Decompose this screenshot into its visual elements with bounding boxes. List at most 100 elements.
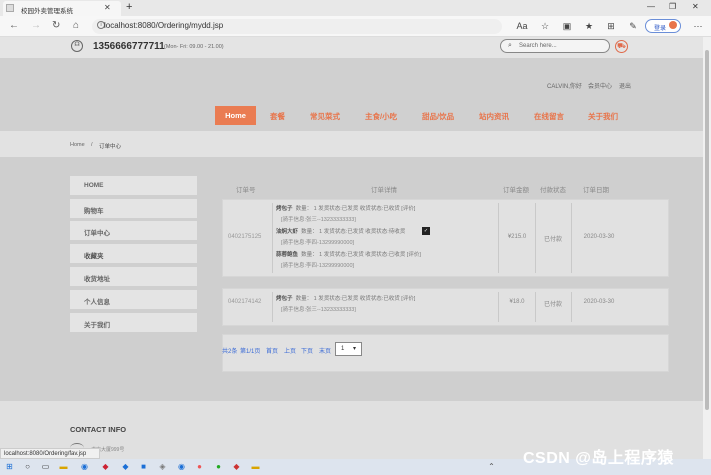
order-item: 烤包子 数量： 1 发货状态:已发货 收货状态:已收货 [评价]: [276, 204, 415, 212]
refresh-icon[interactable]: ↻: [52, 20, 60, 31]
nav-messages[interactable]: 在线留言: [534, 111, 564, 122]
order-amount: ¥215.0: [507, 234, 527, 240]
sidebar-item-cart[interactable]: 购物车: [70, 199, 197, 218]
sidebar-item-address[interactable]: 收货地址: [70, 267, 197, 286]
footer-title: CONTACT INFO: [70, 425, 127, 434]
app-icon[interactable]: ■: [138, 461, 149, 472]
breadcrumb-home[interactable]: Home: [70, 142, 85, 148]
address-bar: ← → ↻ ⌂ i localhost:8080/Ordering/mydd.j…: [0, 16, 711, 37]
column-header-details: 订单详情: [371, 187, 397, 194]
order-id: 0402174142: [228, 299, 262, 305]
more-icon[interactable]: ⋯: [692, 20, 704, 32]
nav-about[interactable]: 关于我们: [588, 111, 618, 122]
sidebar-item-profile[interactable]: 个人信息: [70, 290, 197, 309]
favorites-icon[interactable]: ★: [583, 20, 595, 32]
profile-icon[interactable]: [669, 21, 677, 29]
app-icon[interactable]: ▬: [250, 461, 261, 472]
search-icon[interactable]: ○: [22, 461, 33, 472]
business-hours: (Mon- Fri: 09.00 - 21.00): [164, 44, 224, 50]
divider: [498, 203, 499, 273]
divider: [272, 203, 273, 273]
nav-home[interactable]: Home: [215, 106, 256, 125]
nav-news[interactable]: 站内资讯: [479, 111, 509, 122]
item-detail: 数量： 1 发货状态:已发货 收货状态:待收货: [301, 229, 406, 235]
sidebar-item-orders[interactable]: 订单中心: [70, 221, 197, 240]
chevron-down-icon: ▾: [353, 346, 357, 352]
app-icon[interactable]: ◆: [120, 461, 131, 472]
cart-icon[interactable]: ⛟: [615, 40, 628, 53]
page-select-value: 1: [341, 346, 345, 352]
edge-icon[interactable]: ◉: [79, 461, 90, 472]
pager-last[interactable]: 末页: [319, 346, 331, 355]
pay-status: 已付款: [543, 302, 562, 308]
nav-dishes[interactable]: 常见菜式: [310, 111, 340, 122]
divider: [571, 203, 572, 273]
breadcrumb-current: 订单中心: [99, 144, 122, 150]
member-center-link[interactable]: 会员中心: [588, 81, 612, 90]
sidebar-item-about[interactable]: 关于我们: [70, 313, 197, 332]
app-icon[interactable]: ◆: [231, 461, 242, 472]
item-detail[interactable]: 数量： 1 发货状态:已发货 收货状态:已收货 [评价]: [296, 206, 416, 212]
breadcrumb-separator: /: [91, 142, 93, 148]
order-item: 烤包子 数量： 1 发货状态:已发货 收货状态:已收货 [评价]: [276, 294, 415, 302]
close-tab-icon[interactable]: ✕: [104, 3, 111, 12]
rider-info: [骑手信息:张三--13233333333]: [281, 217, 356, 223]
confirm-receipt-icon[interactable]: ✓: [422, 227, 430, 235]
home-icon[interactable]: ⌂: [73, 20, 79, 31]
favorite-star-icon[interactable]: ☆: [539, 20, 551, 32]
collections-icon[interactable]: ⊞: [605, 20, 617, 32]
sidebar-item-favorites[interactable]: 收藏夹: [70, 244, 197, 263]
file-explorer-icon[interactable]: ▬: [58, 461, 69, 472]
page-select[interactable]: 1 ▾: [335, 342, 362, 356]
headset-icon: ☊: [71, 40, 83, 52]
minimize-icon[interactable]: —: [647, 2, 655, 11]
read-aloud-icon[interactable]: Aa: [516, 20, 528, 32]
order-date: 2020-03-30: [583, 299, 615, 305]
nav-desserts[interactable]: 甜品/饮品: [422, 111, 454, 122]
order-amount: ¥18.0: [509, 299, 525, 305]
column-header-pay-status: 付款状态: [540, 187, 566, 194]
column-header-order-id: 订单号: [236, 187, 256, 194]
item-detail[interactable]: 数量： 1 发货状态:已发货 收货状态:已收货 [评价]: [296, 296, 416, 302]
browser-icon[interactable]: ◉: [176, 461, 187, 472]
order-id: 0402175125: [228, 234, 262, 240]
divider: [272, 292, 273, 322]
close-window-icon[interactable]: ✕: [692, 2, 699, 11]
extensions-icon[interactable]: ✎: [627, 20, 639, 32]
column-header-date: 订单日期: [583, 187, 609, 194]
task-view-icon[interactable]: ▭: [40, 461, 51, 472]
logout-link[interactable]: 退出: [619, 81, 631, 90]
item-detail[interactable]: 数量： 1 发货状态:已发货 收货状态:已收货 [评价]: [301, 252, 421, 258]
page-icon: [6, 4, 14, 12]
nav-staples[interactable]: 主食/小吃: [365, 111, 397, 122]
user-greeting[interactable]: CALVIN,你好: [547, 81, 582, 90]
url-text[interactable]: localhost:8080/Ordering/mydd.jsp: [104, 21, 223, 30]
forward-icon[interactable]: →: [31, 20, 41, 31]
divider: [535, 292, 536, 322]
pager-prev[interactable]: 上页: [284, 346, 296, 355]
rider-info: [骑手信息:李四-13299990000]: [281, 263, 355, 269]
order-date: 2020-03-30: [583, 234, 615, 240]
app-icon[interactable]: ●: [213, 461, 224, 472]
windows-start-icon[interactable]: ⊞: [4, 461, 15, 472]
app-icon[interactable]: ◈: [157, 461, 168, 472]
sidebar-item-home[interactable]: HOME: [70, 176, 197, 195]
order-item: 油焖大虾 数量： 1 发货状态:已发货 收货状态:待收货: [276, 227, 405, 235]
pager-first[interactable]: 首页: [266, 346, 278, 355]
split-screen-icon[interactable]: ▣: [561, 20, 573, 32]
search-placeholder: Search here...: [519, 43, 557, 49]
nav-set-meal[interactable]: 套餐: [270, 111, 285, 122]
divider: [498, 292, 499, 322]
search-icon[interactable]: ⌕: [508, 42, 512, 50]
rider-info: [骑手信息:李四-13299990000]: [281, 240, 355, 246]
maximize-icon[interactable]: ❐: [669, 2, 676, 11]
pager-next[interactable]: 下页: [301, 346, 313, 355]
scrollbar-thumb[interactable]: [705, 50, 709, 410]
back-icon[interactable]: ←: [9, 20, 19, 31]
tray-icon[interactable]: ⌃: [486, 461, 497, 472]
app-icon[interactable]: ●: [194, 461, 205, 472]
app-icon[interactable]: ◆: [100, 461, 111, 472]
new-tab-button[interactable]: +: [126, 1, 132, 13]
rider-info: [骑手信息:张三--13233333333]: [281, 307, 356, 313]
status-bar-url: localhost:8080/Ordering/fav.jsp: [0, 448, 100, 459]
